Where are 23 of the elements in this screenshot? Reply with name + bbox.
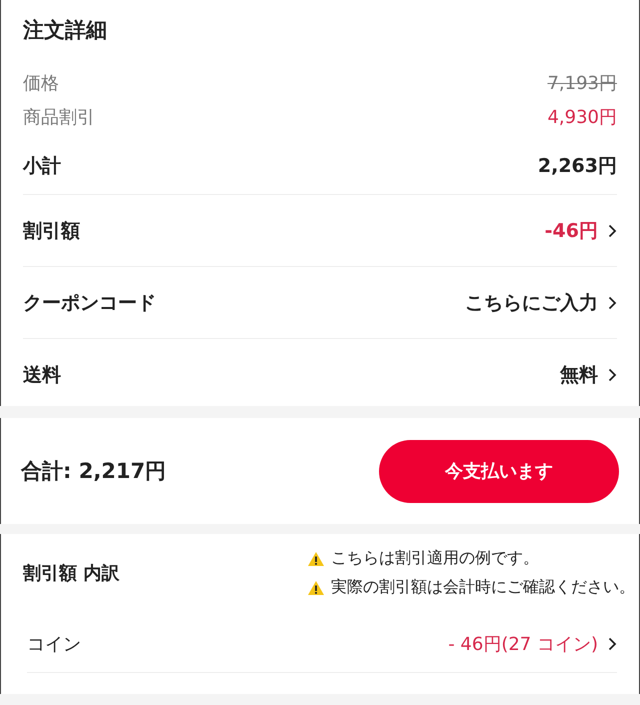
- row-value: 7,193円: [547, 72, 617, 95]
- section-title: 注文詳細: [23, 17, 108, 44]
- row-label: 送料: [23, 362, 61, 388]
- row-value: 2,263円: [538, 154, 617, 179]
- row-value: - 46円(27 コイン): [448, 633, 598, 656]
- row-value: 無料: [560, 362, 598, 388]
- row-label: 商品割引: [23, 106, 95, 129]
- warning-icon: [307, 550, 325, 566]
- notice-text: こちらは割引適用の例です。: [331, 548, 539, 569]
- pay-button[interactable]: 今支払います: [379, 440, 619, 502]
- row-label: 割引額: [23, 218, 80, 244]
- warning-icon: [307, 580, 325, 596]
- row-label: クーポンコード: [23, 290, 156, 316]
- notice-text: 実際の割引額は会計時にご確認ください。: [331, 577, 635, 598]
- row-label: 小計: [23, 154, 61, 179]
- row-value: こちらにご入力: [465, 290, 598, 316]
- row-value: 4,930円: [547, 106, 617, 129]
- row-label: コイン: [27, 633, 81, 656]
- row-value: -46円: [544, 218, 598, 244]
- total-amount: 合計: 2,217円: [21, 458, 166, 485]
- section-title: 割引額 内訳: [23, 562, 120, 585]
- chevron-icon: [608, 637, 617, 651]
- row-label: 価格: [23, 72, 59, 95]
